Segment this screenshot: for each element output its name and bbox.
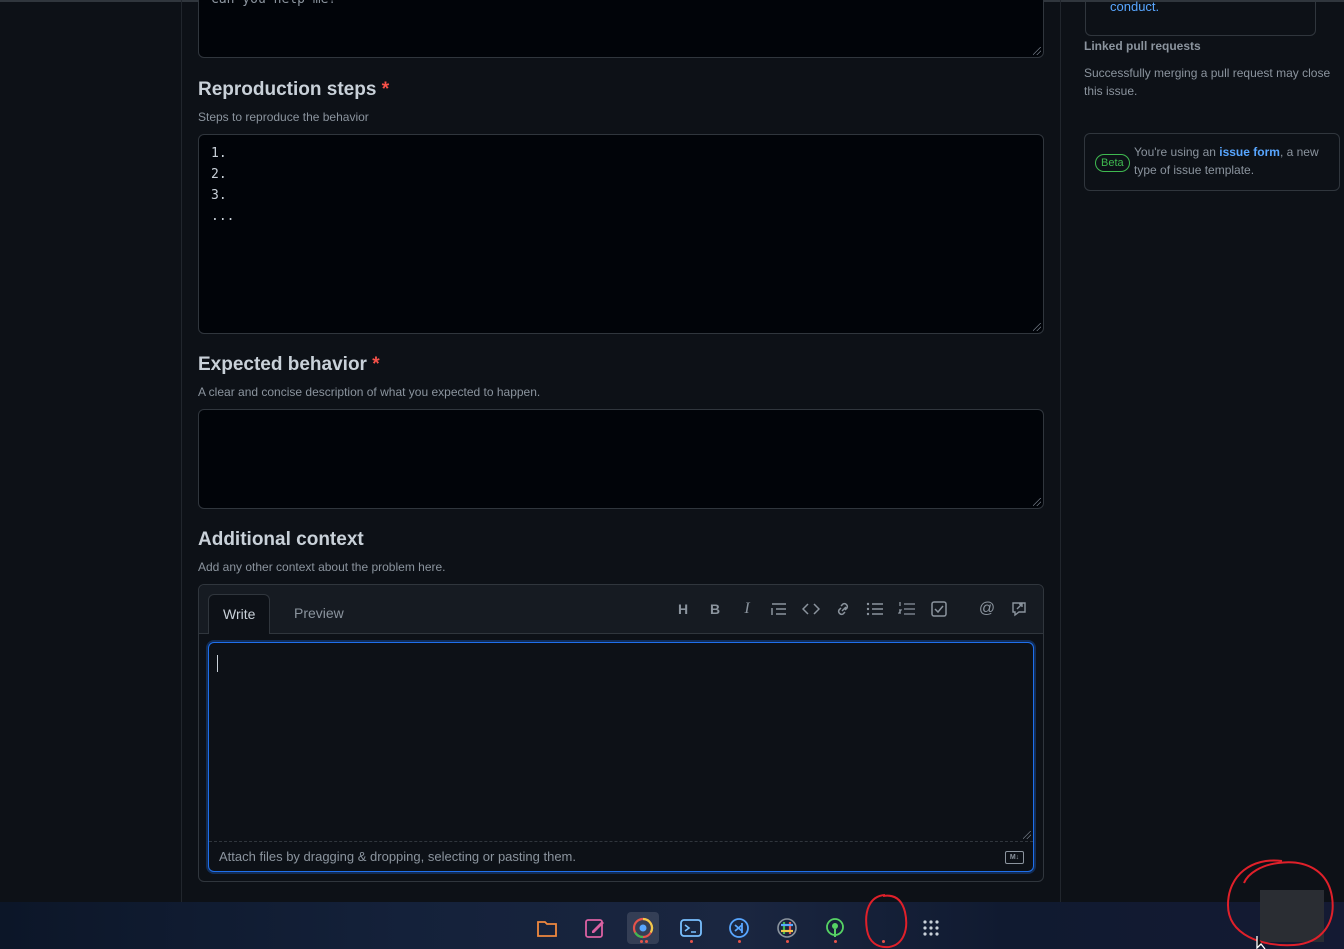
expected-behavior-textarea[interactable] <box>198 409 1044 509</box>
heading-icon[interactable]: H <box>674 601 692 617</box>
linked-pull-requests-description: Successfully merging a pull request may … <box>1084 66 1331 98</box>
code-of-conduct-link[interactable]: conduct. <box>1110 0 1159 14</box>
hidden-window-thumbnail <box>1260 890 1324 942</box>
hidden-app-running-dot <box>882 940 885 943</box>
tab-preview[interactable]: Preview <box>280 594 358 633</box>
tab-write[interactable]: Write <box>208 594 271 634</box>
notice-prefix: You're using an <box>1134 145 1220 159</box>
file-attachment-bar[interactable]: Attach files by dragging & dropping, sel… <box>209 841 1033 871</box>
podcast-running-dot <box>834 940 837 943</box>
bold-icon[interactable]: B <box>706 601 724 617</box>
reproduction-steps-value: 1. 2. 3. ... <box>211 146 235 224</box>
attach-files-text: Attach files by dragging & dropping, sel… <box>219 849 576 864</box>
app-grid-icon[interactable] <box>920 917 942 939</box>
issue-form-notice-text: You're using an issue form, a new type o… <box>1134 143 1334 179</box>
vscode-running-dot <box>738 940 741 943</box>
italic-icon[interactable]: I <box>738 601 756 617</box>
additional-context-label: Additional context <box>198 529 364 550</box>
resize-handle[interactable] <box>1033 47 1041 55</box>
additional-context-description: Add any other context about the problem … <box>198 560 446 574</box>
mention-icon[interactable]: @ <box>978 601 996 617</box>
text-editor-icon[interactable] <box>584 917 606 939</box>
text-caret <box>217 655 218 672</box>
chrome-running-dot <box>640 940 643 943</box>
files-icon[interactable] <box>536 917 558 939</box>
reproduction-steps-description: Steps to reproduce the behavior <box>198 110 369 124</box>
slack-running-dot <box>786 940 789 943</box>
resize-handle[interactable] <box>1033 498 1041 506</box>
link-icon[interactable] <box>834 601 852 617</box>
additional-context-textarea[interactable]: Attach files by dragging & dropping, sel… <box>208 642 1034 872</box>
resize-handle[interactable] <box>1033 323 1041 331</box>
expected-behavior-title: Expected behavior <box>198 354 367 375</box>
beta-badge: Beta <box>1095 154 1130 172</box>
required-mark: * <box>372 354 380 375</box>
task-list-icon[interactable] <box>930 601 948 617</box>
chrome-running-dot <box>645 940 648 943</box>
expected-behavior-label: Expected behavior * <box>198 354 380 376</box>
taskbar <box>0 902 1344 949</box>
slack-icon[interactable] <box>776 917 798 939</box>
reproduction-steps-label: Reproduction steps * <box>198 79 389 101</box>
issue-form-link[interactable]: issue form <box>1219 145 1280 159</box>
unordered-list-icon[interactable] <box>866 601 884 617</box>
expected-behavior-description: A clear and concise description of what … <box>198 385 541 399</box>
markdown-editor: Write Preview H B I @ Attach files by dr… <box>198 584 1044 882</box>
reproduction-steps-textarea[interactable]: 1. 2. 3. ... <box>198 134 1044 334</box>
resize-handle[interactable] <box>1023 831 1031 839</box>
previous-answer-text: Can you help me? <box>211 0 336 10</box>
terminal-running-dot <box>690 940 693 943</box>
chrome-icon[interactable] <box>632 917 654 939</box>
reference-icon[interactable] <box>1010 601 1028 617</box>
previous-answer-textarea[interactable]: Can you help me? <box>198 0 1044 58</box>
issue-form-notice: Beta You're using an issue form, a new t… <box>1084 133 1340 191</box>
code-icon[interactable] <box>802 601 820 617</box>
required-mark: * <box>381 79 390 100</box>
podcast-icon[interactable] <box>824 917 846 939</box>
quote-icon[interactable] <box>770 601 788 617</box>
markdown-icon[interactable]: M↓ <box>1005 851 1024 864</box>
ordered-list-icon[interactable] <box>898 601 916 617</box>
reproduction-steps-title: Reproduction steps <box>198 79 377 100</box>
editor-header: Write Preview H B I @ <box>199 585 1043 634</box>
terminal-icon[interactable] <box>680 917 702 939</box>
vscode-icon[interactable] <box>728 917 750 939</box>
linked-pull-requests-title: Linked pull requests <box>1084 39 1201 53</box>
code-of-conduct-box: conduct. <box>1085 0 1316 36</box>
